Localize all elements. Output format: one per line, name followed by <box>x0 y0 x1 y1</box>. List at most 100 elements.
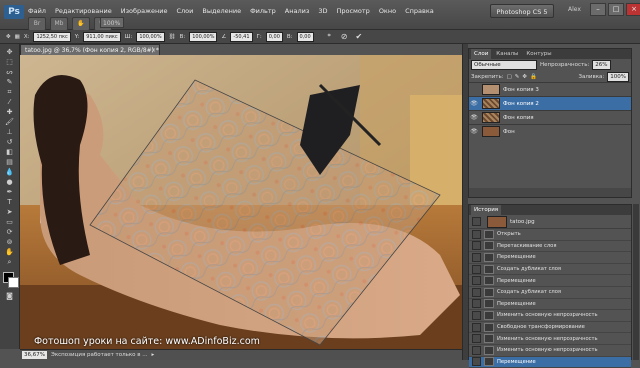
zoom-level[interactable]: 100% <box>100 17 124 28</box>
history-item[interactable]: Перемещение <box>469 299 631 311</box>
history-item[interactable]: Изменить основную непрозрачность <box>469 333 631 345</box>
history-source-box[interactable] <box>472 334 481 344</box>
eye-icon[interactable]: 👁 <box>469 100 479 107</box>
tab-layers[interactable]: Слои <box>471 49 492 59</box>
angle-field[interactable]: -50,41 <box>230 31 253 42</box>
hskew-field[interactable]: 0,00 <box>265 31 283 42</box>
lasso-tool-icon[interactable]: ᔕ <box>3 68 17 76</box>
menu-view[interactable]: Просмотр <box>336 7 369 19</box>
document-canvas[interactable] <box>20 55 462 349</box>
history-brush-icon[interactable]: ↺ <box>3 138 17 146</box>
background-color[interactable] <box>7 277 19 288</box>
hand-tool-icon[interactable]: ✋ <box>3 248 17 256</box>
history-source-box[interactable] <box>472 264 481 274</box>
maximize-icon[interactable]: □ <box>608 3 624 16</box>
history-source-box[interactable] <box>472 217 481 226</box>
vskew-field[interactable]: 0,00 <box>296 31 314 42</box>
path-select-icon[interactable]: ➤ <box>3 208 17 216</box>
clone-stamp-icon[interactable]: ⊥ <box>3 128 17 136</box>
menu-select[interactable]: Выделение <box>202 7 241 19</box>
shape-tool-icon[interactable]: ▭ <box>3 218 17 226</box>
minimize-icon[interactable]: – <box>590 3 606 16</box>
layer-row[interactable]: Фон копия 3 <box>469 82 631 96</box>
layer-row[interactable]: 👁 Фон <box>469 124 631 138</box>
eraser-icon[interactable]: ◧ <box>3 148 17 156</box>
menu-image[interactable]: Изображение <box>121 7 168 19</box>
commit-transform-icon[interactable]: ✔ <box>355 32 362 41</box>
quick-mask-icon[interactable]: ◙ <box>3 292 17 300</box>
history-source-box[interactable] <box>472 322 481 332</box>
hand-icon[interactable]: ✋ <box>72 17 90 31</box>
lock-position-icon[interactable]: ✥ <box>522 74 527 80</box>
history-source-box[interactable] <box>472 357 481 367</box>
move-tool-icon[interactable]: ✥ <box>6 34 11 40</box>
y-field[interactable]: 911,00 пикс <box>83 31 121 42</box>
history-source-box[interactable] <box>472 345 481 355</box>
history-item[interactable]: Изменить основную непрозрачность <box>469 345 631 357</box>
history-source-box[interactable] <box>472 287 481 297</box>
history-source-box[interactable] <box>472 229 481 239</box>
tab-paths[interactable]: Контуры <box>523 49 554 59</box>
minibridge-icon[interactable]: Mb <box>50 17 68 31</box>
history-item[interactable]: Открыть <box>469 229 631 241</box>
history-source-box[interactable] <box>472 310 481 320</box>
history-scrollbar[interactable] <box>633 204 639 360</box>
blur-tool-icon[interactable]: 💧 <box>3 168 17 176</box>
lock-transparent-icon[interactable]: ▢ <box>507 74 512 80</box>
bridge-icon[interactable]: Br <box>28 17 46 31</box>
opacity-field[interactable]: 26% <box>592 60 611 70</box>
width-field[interactable]: 100,00% <box>136 31 165 42</box>
history-source-box[interactable] <box>472 252 481 262</box>
3d-rotate-icon[interactable]: ⟳ <box>3 228 17 236</box>
history-item[interactable]: Свободное трансформирование <box>469 322 631 334</box>
menu-help[interactable]: Справка <box>405 7 434 19</box>
crop-tool-icon[interactable]: ⌗ <box>3 88 17 96</box>
gradient-tool-icon[interactable]: ▤ <box>3 158 17 166</box>
dodge-tool-icon[interactable]: ● <box>3 178 17 186</box>
status-zoom[interactable]: 36,67% <box>22 351 47 359</box>
layer-row-active[interactable]: 👁 Фон копия 2 <box>469 96 631 110</box>
healing-brush-icon[interactable]: ✚ <box>3 108 17 116</box>
cancel-transform-icon[interactable]: ⊘ <box>341 32 348 41</box>
history-item[interactable]: Создать дубликат слоя <box>469 287 631 299</box>
lock-all-icon[interactable]: 🔒 <box>530 74 537 80</box>
close-icon[interactable]: × <box>626 3 640 16</box>
history-item[interactable]: Создать дубликат слоя <box>469 264 631 276</box>
menu-3d[interactable]: 3D <box>318 7 327 19</box>
eye-icon[interactable]: 👁 <box>469 128 479 135</box>
warp-icon[interactable]: ⌗ <box>328 33 331 40</box>
height-field[interactable]: 100,00% <box>189 31 218 42</box>
menu-window[interactable]: Окно <box>379 7 396 19</box>
history-item[interactable]: Перетаскивание слоя <box>469 241 631 253</box>
tab-history[interactable]: История <box>471 205 502 215</box>
document-tab[interactable]: tatoo.jpg @ 36,7% (Фон копия 2, RGB/8#) … <box>20 44 160 55</box>
zoom-tool-icon[interactable]: ⌕ <box>3 258 17 266</box>
tab-channels[interactable]: Каналы <box>493 49 521 59</box>
quick-select-icon[interactable]: ✎ <box>3 78 17 86</box>
blend-mode-select[interactable]: Обычные <box>471 60 537 70</box>
history-snapshot[interactable]: tatoo.jpg <box>469 215 631 229</box>
link-icon[interactable]: ⛓ <box>169 34 176 40</box>
brush-tool-icon[interactable]: 🖌 <box>3 118 17 126</box>
fill-field[interactable]: 100% <box>607 71 629 82</box>
reference-point-icon[interactable]: ▦ <box>15 34 20 40</box>
history-item[interactable]: Изменить основную непрозрачность <box>469 310 631 322</box>
marquee-tool-icon[interactable]: ⬚ <box>3 58 17 66</box>
workspace-button[interactable]: Photoshop CS 5 <box>490 4 554 18</box>
history-item[interactable]: Перемещение <box>469 252 631 264</box>
menu-analysis[interactable]: Анализ <box>285 7 310 19</box>
eye-icon[interactable]: 👁 <box>469 114 479 121</box>
menu-layers[interactable]: Слои <box>176 7 193 19</box>
x-field[interactable]: 1252,50 пкс <box>33 31 71 42</box>
menu-filter[interactable]: Фильтр <box>250 7 276 19</box>
move-tool-icon[interactable]: ✥ <box>3 48 17 56</box>
lock-pixels-icon[interactable]: ✎ <box>515 74 520 80</box>
history-source-box[interactable] <box>472 299 481 309</box>
status-arrow-icon[interactable]: ▸ <box>152 352 155 358</box>
color-swatches[interactable] <box>2 272 19 288</box>
type-tool-icon[interactable]: T <box>3 198 17 206</box>
history-item[interactable]: Перемещение <box>469 275 631 287</box>
pen-tool-icon[interactable]: ✒ <box>3 188 17 196</box>
3d-camera-icon[interactable]: ⊚ <box>3 238 17 246</box>
history-source-box[interactable] <box>472 276 481 286</box>
